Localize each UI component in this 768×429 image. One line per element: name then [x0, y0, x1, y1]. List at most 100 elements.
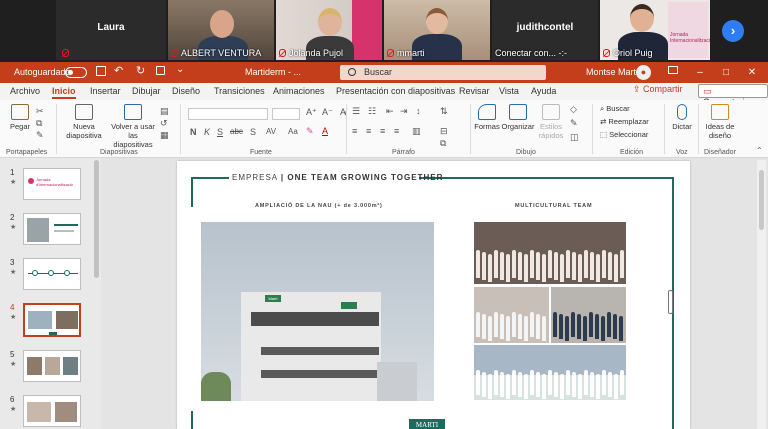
smartart-icon[interactable]: ⧉ [440, 138, 446, 149]
tab-insertar[interactable]: Insertar [90, 86, 121, 96]
participant-tile-jolanda[interactable]: Jolanda Pujol [276, 0, 382, 60]
scrollbar-thumb[interactable] [759, 170, 764, 230]
shrink-font-icon[interactable]: A⁻ [322, 107, 333, 118]
char-spacing-button[interactable]: AV [266, 127, 276, 136]
customize-toolbar-icon[interactable]: ⌄ [176, 64, 184, 75]
align-center-icon[interactable]: ≡ [366, 126, 371, 136]
tab-inicio[interactable]: Inicio [52, 86, 76, 99]
design-ideas-button[interactable]: Ideas de diseño [702, 104, 738, 140]
strikethrough-button[interactable]: abc [230, 127, 243, 136]
person-figure [584, 250, 588, 278]
align-text-icon[interactable]: ⊟ [440, 126, 448, 137]
copy-icon[interactable]: ⧉ [36, 118, 42, 129]
team-photo-2[interactable] [474, 287, 549, 343]
avatar[interactable]: ● [636, 65, 651, 80]
resize-handle[interactable] [668, 290, 673, 314]
share-button[interactable]: ⇪ Compartir [633, 84, 683, 95]
arrange-button[interactable]: Organizar [501, 104, 535, 131]
team-photo-3[interactable] [551, 287, 626, 343]
align-left-icon[interactable]: ≡ [352, 126, 357, 136]
columns-icon[interactable]: ▥ [412, 126, 421, 137]
slide-thumbnail-2[interactable] [23, 213, 81, 245]
font-family-combo[interactable] [188, 108, 268, 120]
collapse-ribbon-icon[interactable]: ⌃ [756, 146, 763, 155]
chevron-right-icon[interactable]: › [722, 20, 744, 42]
bold-button[interactable]: N [190, 127, 197, 137]
layout-icon[interactable]: ▤ [160, 106, 169, 117]
cut-icon[interactable]: ✂ [36, 106, 44, 117]
shape-effects-icon[interactable]: ◫ [570, 132, 579, 143]
shadow-button[interactable]: S [250, 127, 256, 137]
search-box[interactable]: Buscar [340, 65, 546, 80]
highlight-icon[interactable]: ✎ [306, 126, 314, 137]
find-button[interactable]: ⌕ Buscar [600, 104, 630, 113]
save-icon[interactable] [96, 66, 106, 76]
team-photo-1[interactable] [474, 222, 626, 284]
shapes-button[interactable]: Formas [474, 104, 500, 131]
participant-tile-albert[interactable]: ALBERT VENTURA [168, 0, 274, 60]
justify-icon[interactable]: ≡ [394, 126, 399, 136]
shape-outline-icon[interactable]: ✎ [570, 118, 578, 129]
slide-thumbnail-1[interactable]: Jornada d'internacionalització [23, 168, 81, 200]
slide-thumbnail-4[interactable] [23, 303, 81, 337]
person-figure [613, 314, 617, 339]
italic-button[interactable]: K [204, 127, 210, 137]
font-size-combo[interactable] [272, 108, 300, 120]
align-right-icon[interactable]: ≡ [380, 126, 385, 136]
comments-button[interactable]: ▭ Comentarios [698, 84, 768, 107]
maximize-button[interactable]: □ [718, 65, 734, 80]
person-figure [596, 254, 600, 282]
redo-icon[interactable]: ↻ [136, 64, 145, 77]
tab-vista[interactable]: Vista [499, 86, 519, 96]
user-name[interactable]: Montse Martí [586, 67, 639, 77]
team-photo-4[interactable] [474, 345, 626, 400]
tab-animaciones[interactable]: Animaciones [273, 86, 325, 96]
font-color-icon[interactable]: A [322, 126, 328, 136]
reuse-slides-button[interactable]: Volver a usar las diapositivas [108, 104, 158, 149]
participant-tile-oriol[interactable]: Jornada Internacionalització Oriol Puig [600, 0, 710, 60]
tab-diseno[interactable]: Diseño [172, 86, 200, 96]
section-icon[interactable]: ▦ [160, 130, 169, 141]
autosave-toggle[interactable] [65, 67, 87, 78]
numbering-icon[interactable]: ☷ [368, 106, 376, 117]
participant-tile-mmarti[interactable]: mmarti [384, 0, 490, 60]
new-slide-button[interactable]: Nueva diapositiva [62, 104, 106, 140]
tab-revisar[interactable]: Revisar [459, 86, 490, 96]
slide-thumbnail-6[interactable] [23, 395, 81, 427]
tab-presentacion[interactable]: Presentación con diapositivas [336, 86, 455, 96]
current-slide[interactable]: EMPRESA | ONE TEAM GROWING TOGETHER AMPL… [177, 161, 690, 429]
outdent-icon[interactable]: ⇥ [400, 106, 408, 117]
close-button[interactable]: ✕ [744, 65, 760, 80]
line-spacing-icon[interactable]: ↕ [416, 106, 421, 116]
reset-icon[interactable]: ↺ [160, 118, 168, 129]
building-photo[interactable]: Martí [201, 222, 434, 401]
quick-styles-button[interactable]: Estilos rápidos [536, 104, 566, 140]
slide-thumbnail-5[interactable] [23, 350, 81, 382]
change-case-button[interactable]: Aa [288, 127, 298, 136]
dictate-button[interactable]: Dictar [670, 104, 694, 131]
select-button[interactable]: ⬚ Seleccionar [600, 130, 648, 139]
thumbnail-scrollbar[interactable] [94, 160, 99, 278]
shape-fill-icon[interactable]: ◇ [570, 104, 577, 115]
replace-button[interactable]: ⇄ Reemplazar [600, 117, 649, 126]
text-direction-icon[interactable]: ⇅ [440, 106, 448, 117]
tab-archivo[interactable]: Archivo [10, 86, 40, 96]
canvas-scrollbar[interactable] [757, 160, 766, 429]
participant-tile-judith[interactable]: judithcontel Conectar con... -:- [492, 0, 598, 60]
grow-font-icon[interactable]: A⁺ [306, 107, 317, 118]
paste-button[interactable]: Pegar [8, 104, 32, 131]
bullets-icon[interactable]: ☰ [352, 106, 360, 117]
tab-ayuda[interactable]: Ayuda [531, 86, 556, 96]
slide-thumbnail-3[interactable] [23, 258, 81, 290]
tab-dibujar[interactable]: Dibujar [132, 86, 161, 96]
document-title[interactable]: Martiderm - ... [245, 67, 301, 77]
tab-transiciones[interactable]: Transiciones [214, 86, 265, 96]
minimize-button[interactable]: – [692, 65, 708, 80]
present-icon[interactable] [156, 66, 165, 75]
indent-icon[interactable]: ⇤ [386, 106, 394, 117]
format-painter-icon[interactable]: ✎ [36, 130, 44, 141]
ribbon-display-icon[interactable] [668, 66, 678, 74]
underline-button[interactable]: S [217, 127, 223, 137]
participant-tile-laura[interactable]: Laura [56, 0, 166, 60]
undo-icon[interactable]: ↶ [114, 64, 123, 77]
